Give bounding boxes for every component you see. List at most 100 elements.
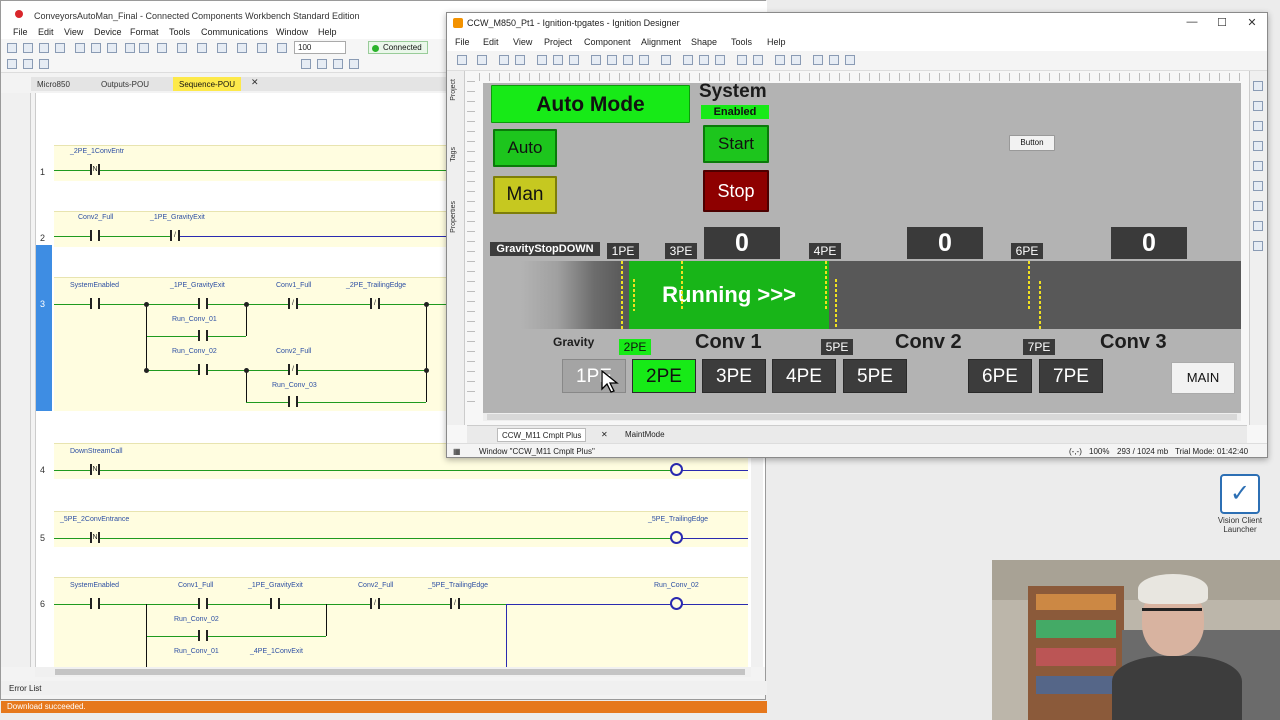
coil[interactable] [670, 463, 683, 476]
auto-button[interactable]: Auto [493, 129, 557, 167]
align-right-icon[interactable] [715, 55, 725, 65]
pencil-tool-icon[interactable] [1253, 201, 1263, 211]
pen-tool-icon[interactable] [1253, 181, 1263, 191]
build-icon[interactable] [157, 43, 167, 53]
close-icon[interactable]: ✕ [1242, 16, 1262, 29]
contact-nc[interactable]: / [370, 598, 380, 609]
ign-menu-help[interactable]: Help [767, 37, 786, 47]
zoom-icon[interactable] [177, 43, 187, 53]
redo-icon[interactable] [139, 43, 149, 53]
zoom-select[interactable]: 100 [294, 41, 346, 54]
minimize-icon[interactable]: — [1182, 16, 1202, 28]
dock-tags[interactable]: Tags [450, 147, 457, 162]
tab-maintmode[interactable]: MaintMode [621, 428, 669, 442]
contact[interactable] [198, 298, 208, 309]
align-center-icon[interactable] [699, 55, 709, 65]
ladder-horizontal-scrollbar[interactable] [35, 667, 751, 677]
coil[interactable] [670, 531, 683, 544]
ccw-menu-edit[interactable]: Edit [38, 27, 54, 37]
manual-button[interactable]: Man [493, 176, 557, 214]
contact-nc[interactable]: / [288, 364, 298, 375]
save-icon[interactable] [39, 43, 49, 53]
contact[interactable] [198, 598, 208, 609]
save-icon[interactable] [457, 55, 467, 65]
ccw-menu-device[interactable]: Device [94, 27, 122, 37]
align-left-icon[interactable] [683, 55, 693, 65]
pause-icon[interactable] [623, 55, 633, 65]
error-list-tab[interactable]: Error List [1, 681, 767, 695]
polygon-tool-icon[interactable] [1253, 161, 1263, 171]
find-icon[interactable] [197, 43, 207, 53]
zoom-out-icon[interactable] [237, 43, 247, 53]
grid-icon[interactable] [277, 43, 287, 53]
eyedropper-tool-icon[interactable] [1253, 221, 1263, 231]
undo-icon[interactable] [125, 43, 135, 53]
contact-tool-icon[interactable] [317, 59, 327, 69]
ungroup-icon[interactable] [753, 55, 763, 65]
preview-icon[interactable] [591, 55, 601, 65]
contact-nc[interactable]: / [170, 230, 180, 241]
ccw-menu-help[interactable]: Help [318, 27, 337, 37]
contact[interactable] [270, 598, 280, 609]
tab-sequence-pou[interactable]: Sequence-POU [173, 77, 242, 91]
ign-menu-alignment[interactable]: Alignment [641, 37, 681, 47]
tab-micro850[interactable]: Micro850 [31, 77, 76, 91]
ign-menu-shape[interactable]: Shape [691, 37, 717, 47]
contact-nc[interactable]: / [450, 598, 460, 609]
connected-status[interactable]: Connected [368, 41, 428, 54]
difference-icon[interactable] [829, 55, 839, 65]
tab-close-icon[interactable]: ✕ [597, 428, 612, 442]
stop-button[interactable]: Stop [703, 170, 769, 212]
tab-ccw-m11-cmplt-plus[interactable]: CCW_M11 Cmplt Plus [497, 428, 587, 442]
new-icon[interactable] [7, 43, 17, 53]
tab-outputs-pou[interactable]: Outputs-POU [95, 77, 155, 91]
publish-icon[interactable] [477, 55, 487, 65]
start-button[interactable]: Start [703, 125, 769, 163]
pe-button-4pe[interactable]: 4PE [772, 359, 836, 393]
contact[interactable]: N [90, 164, 100, 175]
paste-icon[interactable] [569, 55, 579, 65]
ladder-tool-icon[interactable] [301, 59, 311, 69]
contact[interactable]: N [90, 464, 100, 475]
intersect-icon[interactable] [845, 55, 855, 65]
main-button[interactable]: MAIN [1171, 362, 1235, 394]
pe-button-2pe[interactable]: 2PE [632, 359, 696, 393]
branch-tool-icon[interactable] [349, 59, 359, 69]
cut-icon[interactable] [75, 43, 85, 53]
contact[interactable] [198, 330, 208, 341]
send-back-icon[interactable] [791, 55, 801, 65]
union-icon[interactable] [813, 55, 823, 65]
coil-tool-icon[interactable] [333, 59, 343, 69]
open-icon[interactable] [23, 43, 33, 53]
maximize-icon[interactable]: ☐ [1212, 16, 1232, 29]
ign-menu-view[interactable]: View [513, 37, 532, 47]
ccw-menu-communications[interactable]: Communications [201, 27, 268, 37]
group-icon[interactable] [737, 55, 747, 65]
contact[interactable] [198, 364, 208, 375]
ccw-menu-tools[interactable]: Tools [169, 27, 190, 37]
contact[interactable] [90, 598, 100, 609]
ccw-menu-window[interactable]: Window [276, 27, 308, 37]
ellipse-tool-icon[interactable] [1253, 141, 1263, 151]
contact-nc[interactable]: / [370, 298, 380, 309]
dock-project[interactable]: Project [450, 79, 457, 101]
contact[interactable]: N [90, 532, 100, 543]
ign-menu-component[interactable]: Component [584, 37, 631, 47]
tag-tool-icon[interactable] [1253, 101, 1263, 111]
copy-icon[interactable] [91, 43, 101, 53]
vision-client-launcher[interactable]: ✓ Vision Client Launcher [1216, 474, 1264, 538]
paste-icon[interactable] [107, 43, 117, 53]
stop-icon[interactable] [639, 55, 649, 65]
device-icon[interactable] [7, 59, 17, 69]
zoom-fit-icon[interactable] [257, 43, 267, 53]
contact[interactable] [90, 230, 100, 241]
redo-icon[interactable] [515, 55, 525, 65]
ign-menu-tools[interactable]: Tools [731, 37, 752, 47]
pe-button-6pe[interactable]: 6PE [968, 359, 1032, 393]
gradient-tool-icon[interactable] [1253, 241, 1263, 251]
coil[interactable] [670, 597, 683, 610]
contact[interactable] [90, 298, 100, 309]
save-all-icon[interactable] [55, 43, 65, 53]
contact[interactable] [288, 396, 298, 407]
pe-button-5pe[interactable]: 5PE [843, 359, 907, 393]
